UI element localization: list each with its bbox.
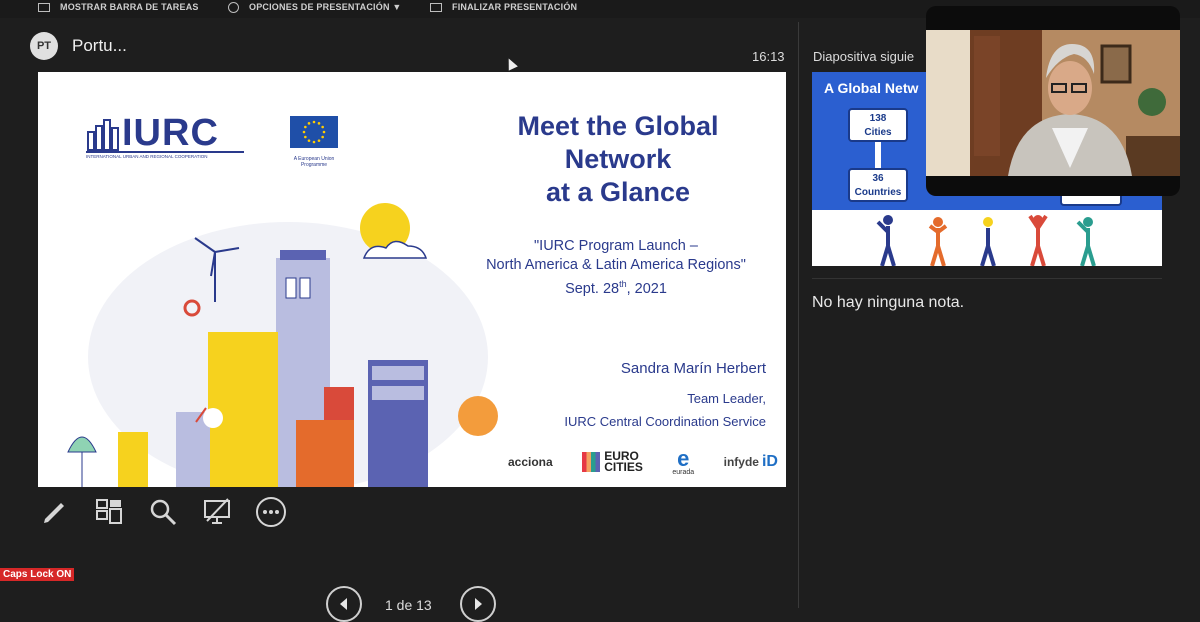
avatar: PT <box>30 32 58 60</box>
infyde-id-icon: iD <box>761 453 778 470</box>
slide-counter: 1 de 13 <box>385 597 432 613</box>
panel-divider <box>798 22 799 608</box>
gear-icon <box>228 1 239 13</box>
zoom-button[interactable] <box>146 495 180 529</box>
speaker-notes: No hay ninguna nota. <box>812 294 965 311</box>
presenter-toolbar <box>38 495 308 529</box>
presenter-video-frame <box>926 30 1180 176</box>
speaker-name: Sandra Marín Herbert <box>620 360 766 377</box>
eurada-e-icon: e <box>677 445 690 471</box>
connector-line <box>875 142 881 168</box>
countries-box: 36 Countries <box>848 168 908 202</box>
more-options-button[interactable] <box>254 495 288 529</box>
next-slide-label: Diapositiva siguie <box>813 49 915 64</box>
eurada-logo: e eurada <box>672 445 695 476</box>
acciona-logo: acciona <box>508 455 553 469</box>
slide-title: Meet the Global Network at a Glance <box>517 111 719 207</box>
speaker-org: IURC Central Coordination Service <box>564 414 766 429</box>
presentation-options-button[interactable]: OPCIONES DE PRESENTACIÓN ▼ <box>228 0 401 14</box>
end-presentation-button[interactable]: FINALIZAR PRESENTACIÓN <box>430 0 577 14</box>
people-illustration <box>876 214 1096 266</box>
eu-flag-icon <box>290 116 338 148</box>
previous-slide-button[interactable] <box>326 586 362 622</box>
caps-lock-indicator: Caps Lock ON <box>0 568 75 581</box>
iurc-logo: IURC INTERNATIONAL URBAN AND REGIONAL CO… <box>86 114 246 164</box>
arrow-left-icon <box>340 598 347 610</box>
screen-slash-icon <box>204 498 230 524</box>
next-slide-button[interactable] <box>460 586 496 622</box>
presenter-info: PT Portu... <box>30 32 127 60</box>
presenter-name: Portu... <box>72 36 127 55</box>
infyde-logo: infyde iD <box>723 453 778 470</box>
magnifier-icon <box>150 499 177 526</box>
eurocities-logo: EURO CITIES <box>582 450 643 473</box>
see-all-slides-button[interactable] <box>92 495 126 529</box>
pen-icon <box>44 503 64 523</box>
city-illustration <box>67 203 498 487</box>
eu-logo: A European Union Programme <box>290 116 338 168</box>
arrow-right-icon <box>475 598 482 610</box>
speaker-block: Sandra Marín Herbert Team Leader, IURC C… <box>564 360 766 433</box>
pen-tool-button[interactable] <box>38 495 72 529</box>
taskbar-icon <box>38 2 50 12</box>
speaker-role: Team Leader, <box>687 391 766 406</box>
show-taskbar-button[interactable]: MOSTRAR BARRA DE TAREAS <box>38 0 199 14</box>
mouse-cursor-icon <box>504 56 518 71</box>
end-icon <box>430 2 442 12</box>
partner-logos: acciona EURO CITIES e eurada infyde iD <box>508 442 778 482</box>
presenter-video[interactable] <box>926 6 1180 196</box>
notes-separator <box>812 278 1162 279</box>
current-slide: IURC INTERNATIONAL URBAN AND REGIONAL CO… <box>38 72 786 487</box>
clock: 16:13 <box>752 49 785 64</box>
more-options-icon <box>256 497 286 527</box>
eurocities-bars-icon <box>582 452 601 472</box>
cities-box: 138 Cities <box>848 108 908 142</box>
grid-slides-icon <box>96 499 122 524</box>
black-screen-button[interactable] <box>200 495 234 529</box>
slide-subtitle: "IURC Program Launch – North America & L… <box>486 238 746 297</box>
